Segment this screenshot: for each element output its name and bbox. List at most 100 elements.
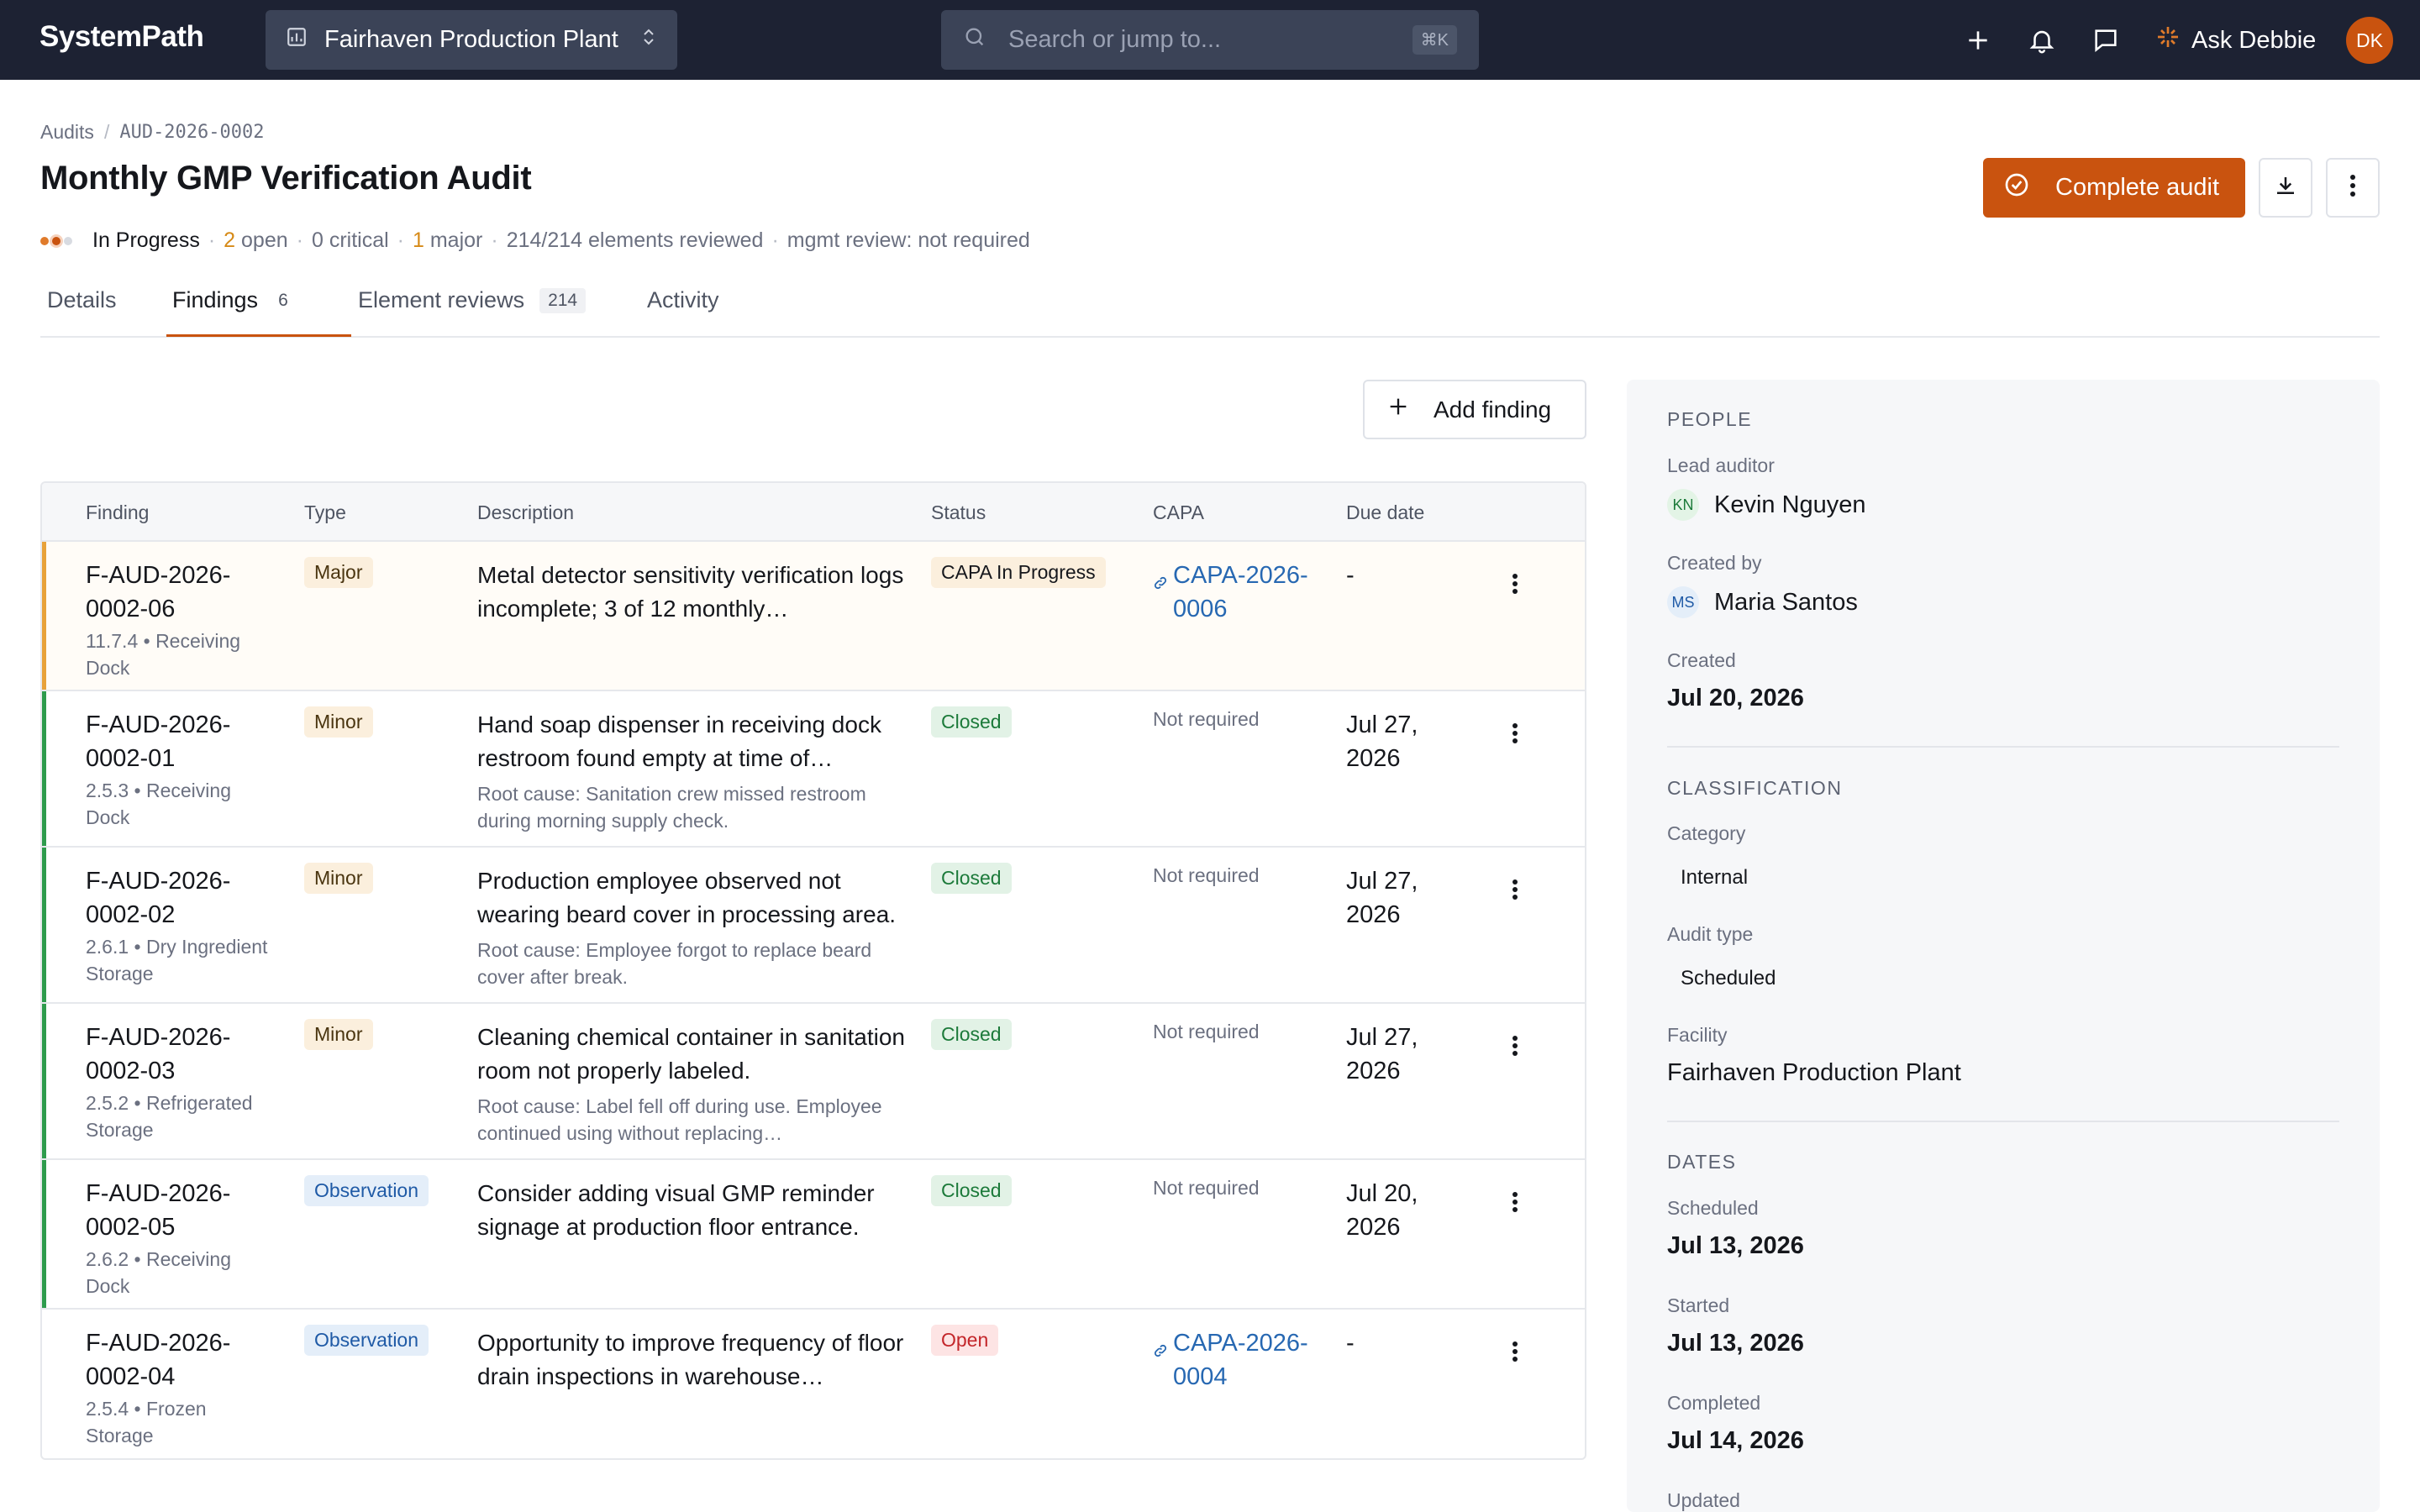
capa-cell: Not required — [1153, 1177, 1260, 1199]
search-placeholder: Search or jump to... — [1008, 26, 1222, 53]
app-logo[interactable]: SystemPath — [39, 20, 204, 54]
created-by[interactable]: MS Maria Santos — [1667, 586, 1858, 618]
divider — [1667, 746, 2339, 748]
root-cause-text: Root cause: Sanitation crew missed restr… — [477, 783, 866, 832]
tab-element-reviews-count: 214 — [539, 287, 587, 313]
column-status[interactable]: Status — [931, 501, 986, 524]
status-badge: Open — [931, 1325, 999, 1356]
more-vertical-icon — [2349, 174, 2356, 202]
scheduled-value: Jul 13, 2026 — [1667, 1232, 1804, 1259]
severity-bar — [42, 542, 46, 690]
breadcrumb-audits[interactable]: Audits — [40, 121, 94, 144]
status-badge: Closed — [931, 863, 1012, 894]
column-finding[interactable]: Finding — [86, 501, 149, 524]
severity-bar — [42, 1160, 46, 1308]
table-row[interactable]: F-AUD-2026-0002-05 2.6.2 • Receiving Doc… — [42, 1160, 1585, 1310]
facility-selector[interactable]: Fairhaven Production Plant — [266, 10, 677, 70]
severity-bar — [42, 848, 46, 1002]
plus-icon[interactable] — [1961, 24, 1995, 57]
started-value: Jul 13, 2026 — [1667, 1330, 1804, 1357]
finding-id[interactable]: F-AUD-2026-0002-02 — [86, 864, 279, 932]
finding-id-cell: F-AUD-2026-0002-02 2.6.1 • Dry Ingredien… — [86, 864, 279, 987]
open-label: open — [241, 228, 288, 252]
completed-value: Jul 14, 2026 — [1667, 1427, 1804, 1454]
tab-findings-label: Findings — [172, 287, 259, 312]
row-menu-button[interactable] — [1502, 1185, 1528, 1219]
tab-element-reviews[interactable]: Element reviews 214 — [358, 287, 587, 313]
audit-type-value: Scheduled — [1681, 967, 1776, 990]
finding-id[interactable]: F-AUD-2026-0002-05 — [86, 1177, 279, 1244]
column-type[interactable]: Type — [304, 501, 346, 524]
tab-details-label: Details — [47, 287, 117, 312]
audit-summary: In Progress · 2 open · 0 critical · 1 ma… — [40, 228, 1030, 253]
tab-findings[interactable]: Findings 6 — [172, 287, 293, 313]
row-menu-button[interactable] — [1502, 717, 1528, 750]
ask-debbie-label: Ask Debbie — [2191, 26, 2317, 54]
breadcrumb-separator: / — [103, 121, 110, 143]
finding-id[interactable]: F-AUD-2026-0002-01 — [86, 708, 279, 775]
table-row[interactable]: F-AUD-2026-0002-02 2.6.1 • Dry Ingredien… — [42, 848, 1585, 1004]
avatar: KN — [1667, 489, 1699, 521]
tab-element-reviews-label: Element reviews — [358, 287, 525, 312]
details-side-panel: PEOPLE Lead auditor KN Kevin Nguyen Crea… — [1627, 380, 2380, 1512]
ask-debbie-button[interactable]: Ask Debbie — [2154, 24, 2316, 57]
description-cell: Hand soap dispenser in receiving dock re… — [477, 708, 914, 834]
more-actions-button[interactable] — [2326, 158, 2380, 218]
column-capa[interactable]: CAPA — [1153, 501, 1204, 524]
description-text: Consider adding visual GMP reminder sign… — [477, 1180, 875, 1240]
table-row[interactable]: F-AUD-2026-0002-06 11.7.4 • Receiving Do… — [42, 542, 1585, 691]
capa-cell: Not required — [1153, 708, 1260, 730]
finding-ref: 2.5.3 • Receiving Dock — [86, 780, 231, 828]
major-count: 1 — [413, 228, 424, 252]
tab-details[interactable]: Details — [47, 287, 117, 313]
finding-id[interactable]: F-AUD-2026-0002-06 — [86, 559, 279, 626]
mgmt-review-status: mgmt review: not required — [786, 228, 1030, 252]
finding-id[interactable]: F-AUD-2026-0002-03 — [86, 1021, 279, 1088]
complete-audit-button[interactable]: Complete audit — [1983, 158, 2245, 218]
elements-reviewed: 214/214 elements reviewed — [506, 228, 764, 252]
type-badge: Observation — [304, 1325, 429, 1356]
capa-link-text: CAPA-2026-0006 — [1173, 562, 1308, 622]
finding-ref: 2.5.2 • Refrigerated Storage — [86, 1092, 253, 1141]
row-menu-button[interactable] — [1502, 567, 1528, 601]
facility-value: Fairhaven Production Plant — [1667, 1059, 1961, 1086]
search-icon — [963, 25, 986, 55]
lead-auditor[interactable]: KN Kevin Nguyen — [1667, 489, 1866, 521]
add-finding-button[interactable]: Add finding — [1363, 380, 1586, 439]
created-by-label: Created by — [1667, 552, 1762, 574]
more-vertical-icon — [1512, 1036, 1518, 1056]
active-tab-indicator — [166, 334, 351, 337]
more-vertical-icon — [1512, 1192, 1518, 1212]
capa-link[interactable]: CAPA-2026-0004 — [1153, 1326, 1321, 1394]
finding-id[interactable]: F-AUD-2026-0002-04 — [86, 1326, 279, 1394]
more-vertical-icon — [1512, 879, 1518, 900]
user-avatar[interactable]: DK — [2346, 17, 2393, 64]
finding-id-cell: F-AUD-2026-0002-04 2.5.4 • Frozen Storag… — [86, 1326, 279, 1449]
row-menu-button[interactable] — [1502, 1029, 1528, 1063]
tab-findings-count: 6 — [278, 290, 288, 310]
row-menu-button[interactable] — [1502, 873, 1528, 906]
lead-auditor-name: Kevin Nguyen — [1714, 491, 1866, 518]
bell-icon[interactable] — [2025, 24, 2059, 57]
capa-link[interactable]: CAPA-2026-0006 — [1153, 559, 1321, 626]
more-vertical-icon — [1512, 1341, 1518, 1362]
table-row[interactable]: F-AUD-2026-0002-01 2.5.3 • Receiving Doc… — [42, 691, 1585, 848]
tab-activity[interactable]: Activity — [647, 287, 719, 313]
chat-icon[interactable] — [2089, 24, 2123, 57]
severity-bar — [42, 691, 46, 846]
column-description[interactable]: Description — [477, 501, 574, 524]
audit-type-label: Audit type — [1667, 923, 1754, 945]
page-title: Monthly GMP Verification Audit — [40, 160, 532, 197]
table-row[interactable]: F-AUD-2026-0002-03 2.5.2 • Refrigerated … — [42, 1004, 1585, 1160]
column-due-date[interactable]: Due date — [1346, 501, 1424, 524]
tab-bar: Details Findings 6 Element reviews 214 A… — [40, 277, 2380, 338]
table-row[interactable]: F-AUD-2026-0002-04 2.5.4 • Frozen Storag… — [42, 1310, 1585, 1458]
category-label: Category — [1667, 822, 1746, 844]
severity-bar — [42, 1004, 46, 1158]
search-input[interactable]: Search or jump to... ⌘K — [941, 10, 1479, 70]
finding-id-cell: F-AUD-2026-0002-06 11.7.4 • Receiving Do… — [86, 559, 279, 681]
download-button[interactable] — [2259, 158, 2312, 218]
row-menu-button[interactable] — [1502, 1335, 1528, 1368]
capa-cell: CAPA-2026-0004 — [1153, 1326, 1321, 1394]
root-cause-text: Root cause: Label fell off during use. E… — [477, 1095, 882, 1144]
